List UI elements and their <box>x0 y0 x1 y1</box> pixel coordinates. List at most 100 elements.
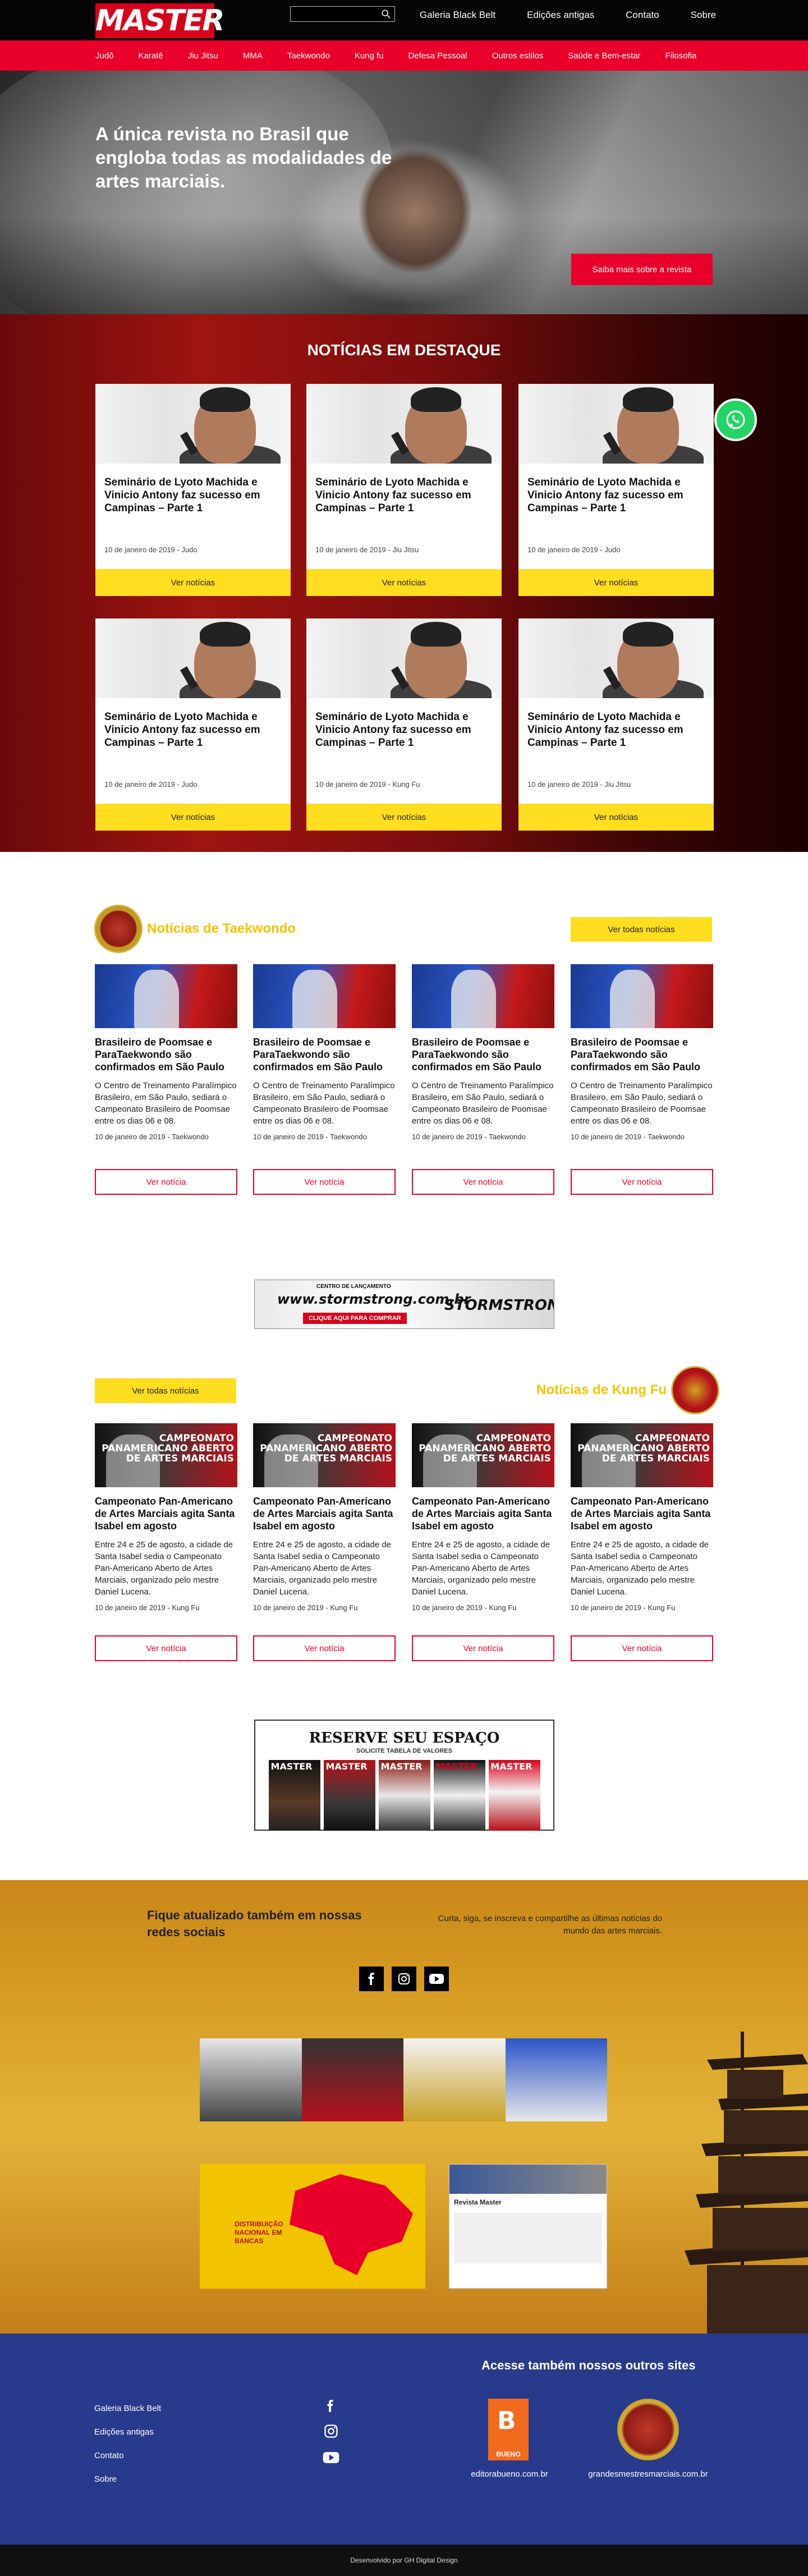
reserve-space-banner[interactable]: RESERVE SEU ESPAÇO SOLICITE TABELA DE VA… <box>254 1720 554 1831</box>
news-card[interactable]: Seminário de Lyoto Machida e Vinicio Ant… <box>306 618 502 831</box>
news-card-button[interactable]: Ver notícias <box>518 804 714 831</box>
nav-item-kungfu[interactable]: Kung fu <box>355 51 384 61</box>
taekwondo-article-image <box>571 964 713 1028</box>
nav-item-taekwondo[interactable]: Taekwondo <box>287 51 330 61</box>
nav-item-defesa[interactable]: Defesa Pessoal <box>408 51 467 61</box>
article-read-button[interactable]: Ver notícia <box>253 1169 396 1195</box>
article-read-button[interactable]: Ver notícia <box>412 1635 554 1661</box>
taekwondo-article-card[interactable]: Brasileiro de Poomsae e ParaTaekwondo sã… <box>571 964 713 1195</box>
site1-link[interactable]: editorabueno.com.br <box>453 2469 566 2479</box>
news-card-button[interactable]: Ver notícias <box>518 569 714 596</box>
magazine-cover: MASTER <box>323 1760 375 1831</box>
taekwondo-all-news-button[interactable]: Ver todas notícias <box>571 917 712 942</box>
news-card-image <box>306 384 502 464</box>
news-card[interactable]: Seminário de Lyoto Machida e Vinicio Ant… <box>95 384 291 596</box>
cover-title: MASTER <box>380 1761 423 1772</box>
footer-link-sobre[interactable]: Sobre <box>94 2474 161 2485</box>
site-logo[interactable]: MASTER <box>95 3 224 38</box>
search-icon[interactable] <box>381 9 391 19</box>
bueno-logo-text: BUENO <box>496 2450 521 2458</box>
news-card[interactable]: Seminário de Lyoto Machida e Vinicio Ant… <box>518 618 714 831</box>
video-embed[interactable]: DISTRIBUIÇÃO NACIONAL EM BANCAS <box>200 2164 425 2289</box>
toplink-edicoes[interactable]: Edições antigas <box>511 8 610 22</box>
news-card[interactable]: Seminário de Lyoto Machida e Vinicio Ant… <box>518 384 714 596</box>
nav-item-filosofia[interactable]: Filosofia <box>665 51 697 61</box>
kungfu-article-card[interactable]: CAMPEONATO PANAMERICANO ABERTO DE ARTES … <box>253 1423 396 1661</box>
nav-item-mma[interactable]: MMA <box>243 51 263 61</box>
bueno-logo[interactable]: B BUENO <box>488 2399 529 2460</box>
top-bar: MASTER Galeria Black Belt Edições antiga… <box>0 0 808 40</box>
instagram-link[interactable] <box>392 1967 416 1991</box>
news-card-title: Seminário de Lyoto Machida e Vinicio Ant… <box>527 476 683 514</box>
nav-item-outros[interactable]: Outros estilos <box>492 51 544 61</box>
footer-link-contato[interactable]: Contato <box>94 2450 161 2462</box>
facebook-link[interactable] <box>359 1967 384 1991</box>
article-read-button[interactable]: Ver notícia <box>95 1169 237 1195</box>
stormstrong-ad-banner[interactable]: CENTRO DE LANÇAMENTO www.stormstrong.com… <box>254 1280 554 1329</box>
footer-heading: Acesse também nossos outros sites <box>481 2358 696 2372</box>
footer-youtube-link[interactable] <box>323 2451 339 2467</box>
fb-post <box>454 2213 602 2263</box>
about-magazine-button[interactable]: Saiba mais sobre a revista <box>571 254 713 285</box>
news-card-button[interactable]: Ver notícias <box>306 804 502 831</box>
facebook-widget[interactable]: Revista Master <box>449 2164 607 2289</box>
site2-link[interactable]: grandesmestresmarciais.com.br <box>578 2469 718 2479</box>
article-excerpt: O Centro de Treinamento Paralímpico Bras… <box>95 1081 237 1126</box>
grandes-mestres-logo[interactable] <box>617 2399 679 2460</box>
social-text: Curta, siga, se inscreva e compartilhe a… <box>438 1914 662 1936</box>
kungfu-emblem-icon <box>671 1366 720 1414</box>
youtube-icon <box>323 2452 339 2463</box>
article-read-button[interactable]: Ver notícia <box>95 1635 237 1661</box>
nav-item-karate[interactable]: Karatê <box>139 51 163 61</box>
nav-item-jiujitsu[interactable]: Jiu Jitsu <box>188 51 218 61</box>
news-card-title: Seminário de Lyoto Machida e Vinicio Ant… <box>527 711 683 749</box>
article-read-button[interactable]: Ver notícia <box>571 1635 713 1661</box>
magazine-cover: MASTER <box>433 1760 485 1831</box>
kungfu-all-news-button[interactable]: Ver todas notícias <box>95 1378 236 1403</box>
youtube-icon <box>429 1974 444 1984</box>
reserve-subtitle: SOLICITE TABELA DE VALORES <box>356 1748 452 1754</box>
kungfu-article-card[interactable]: CAMPEONATO PANAMERICANO ABERTO DE ARTES … <box>412 1423 554 1661</box>
taekwondo-article-card[interactable]: Brasileiro de Poomsae e ParaTaekwondo sã… <box>412 964 554 1195</box>
news-card-button[interactable]: Ver notícias <box>306 569 502 596</box>
news-card[interactable]: Seminário de Lyoto Machida e Vinicio Ant… <box>95 618 291 831</box>
article-read-button[interactable]: Ver notícia <box>253 1635 396 1661</box>
taekwondo-article-card[interactable]: Brasileiro de Poomsae e ParaTaekwondo sã… <box>95 964 237 1195</box>
footer-link-edicoes[interactable]: Edições antigas <box>94 2427 161 2438</box>
footer-instagram-link[interactable] <box>323 2423 339 2442</box>
article-meta: 10 de janeiro de 2019 - Taekwondo <box>95 1133 209 1141</box>
news-card-button[interactable]: Ver notícias <box>95 569 291 596</box>
whatsapp-button[interactable] <box>714 398 757 441</box>
ad-brand: STORMSTRONG <box>444 1297 554 1314</box>
kungfu-section: Ver todas notícias Notícias de Kung Fu C… <box>0 1366 808 1720</box>
kungfu-article-card[interactable]: CAMPEONATO PANAMERICANO ABERTO DE ARTES … <box>571 1423 713 1661</box>
featured-news-section: NOTÍCIAS EM DESTAQUE Seminário de Lyoto … <box>0 314 808 852</box>
insta-post[interactable] <box>403 2038 506 2121</box>
instagram-feed[interactable] <box>200 2038 607 2121</box>
credit-text: Desenvolvido por GH Digital Design <box>350 2556 458 2564</box>
insta-post[interactable] <box>200 2038 302 2121</box>
news-card-image <box>95 384 291 464</box>
news-card-button[interactable]: Ver notícias <box>95 804 291 831</box>
article-read-button[interactable]: Ver notícia <box>412 1169 554 1195</box>
article-image-text: CAMPEONATO PANAMERICANO ABERTO DE ARTES … <box>419 1433 551 1464</box>
article-read-button[interactable]: Ver notícia <box>571 1169 713 1195</box>
footer-link-galeria[interactable]: Galeria Black Belt <box>94 2403 161 2414</box>
nav-item-saude[interactable]: Saúde e Bem-estar <box>568 51 640 61</box>
toplink-sobre[interactable]: Sobre <box>675 8 732 22</box>
magazine-cover: MASTER <box>378 1760 430 1831</box>
footer-facebook-link[interactable] <box>324 2399 337 2416</box>
cover-title: MASTER <box>490 1761 532 1772</box>
taekwondo-article-card[interactable]: Brasileiro de Poomsae e ParaTaekwondo sã… <box>253 964 396 1195</box>
toplink-contato[interactable]: Contato <box>610 8 675 22</box>
footer: Acesse também nossos outros sites Galeri… <box>0 2334 808 2545</box>
insta-post[interactable] <box>505 2038 607 2121</box>
youtube-link[interactable] <box>424 1967 449 1991</box>
article-title: Campeonato Pan-Americano de Artes Marcia… <box>571 1496 711 1532</box>
kungfu-article-card[interactable]: CAMPEONATO PANAMERICANO ABERTO DE ARTES … <box>95 1423 237 1661</box>
nav-item-judo[interactable]: Judô <box>95 51 114 61</box>
news-card[interactable]: Seminário de Lyoto Machida e Vinicio Ant… <box>306 384 502 596</box>
toplink-galeria[interactable]: Galeria Black Belt <box>404 8 511 22</box>
search-input[interactable] <box>291 7 380 21</box>
insta-post[interactable] <box>301 2038 403 2121</box>
